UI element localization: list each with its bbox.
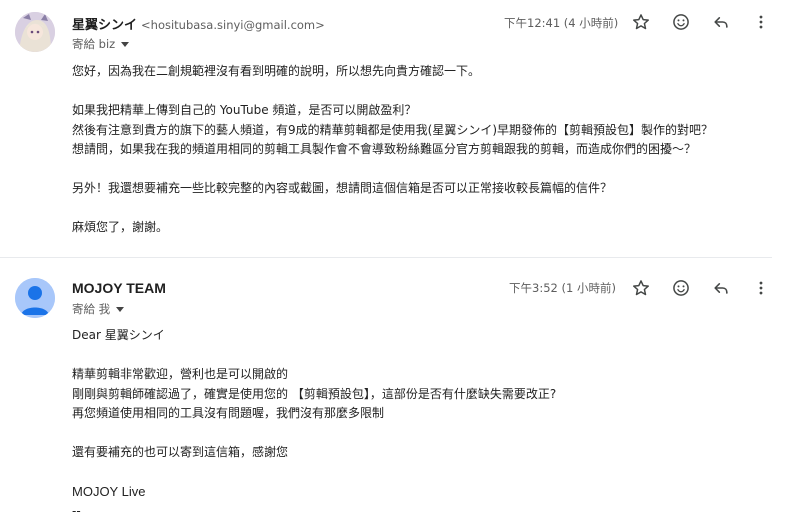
more-options-button[interactable] (748, 9, 774, 35)
chevron-down-icon[interactable] (121, 41, 130, 47)
add-reaction-button[interactable] (668, 275, 694, 301)
star-icon (633, 280, 649, 296)
message-body: Dear 星翼シンイ 精華剪輯非常歡迎，營利也是可以開啟的 剛剛與剪輯師確認過了… (72, 326, 556, 521)
star-button[interactable] (628, 9, 654, 35)
recipient-line[interactable]: 寄給 biz (72, 36, 130, 52)
add-reaction-button[interactable] (668, 9, 694, 35)
recipient-line[interactable]: 寄給 我 (72, 301, 125, 317)
star-icon (633, 14, 649, 30)
body-line: 另外！我還想要補充一些比較完整的內容或截圖，想請問這個信箱是否可以正常接收較長篇… (72, 181, 613, 195)
message-divider (0, 257, 772, 258)
body-line: 麻煩您了，謝謝。 (72, 220, 169, 234)
sender-email: <hositubasa.sinyi@gmail.com> (141, 18, 325, 32)
message-body: 您好，因為我在二創規範裡沒有看到明確的說明，所以想先向貴方確認一下。 如果我把精… (72, 62, 713, 238)
chevron-down-icon[interactable] (116, 306, 125, 312)
recipient-label: 寄給 biz (72, 37, 116, 51)
body-line: 還有要補充的也可以寄到這信箱，感謝您 (72, 445, 289, 459)
sender-avatar[interactable] (15, 12, 55, 52)
reply-button[interactable] (708, 9, 734, 35)
body-line: 想請問，如果我在我的頻道用相同的剪輯工具製作會不會導致粉絲難區分官方剪輯跟我的剪… (72, 142, 697, 156)
sender-name-text: 星翼シンイ (72, 18, 138, 33)
body-line: 再您頻道使用相同的工具沒有問題喔，我們沒有那麼多限制 (72, 406, 385, 420)
email-message-2: MOJOY TEAM 寄給 我 下午3:52 (1 小時前) Dear 星翼シン… (0, 268, 787, 528)
body-line: 剛剛與剪輯師確認過了，確實是使用您的 【剪輯預設包】，這部份是否有什麼缺失需要改… (72, 386, 557, 401)
signature: MOJOY Live (72, 484, 146, 499)
body-line: 然後有注意到貴方的旗下的藝人頻道，有9成的精華剪輯都是使用我(星翼シンイ)早期發… (72, 122, 714, 137)
body-line: 如果我把精華上傳到自己的 YouTube 頻道，是否可以開啟盈利？ (72, 103, 417, 117)
signature-separator: -- (72, 503, 81, 518)
message-timestamp: 下午3:52 (1 小時前) (509, 281, 616, 295)
default-avatar-icon (15, 278, 55, 318)
star-button[interactable] (628, 275, 654, 301)
body-line: 您好，因為我在二創規範裡沒有看到明確的說明，所以想先向貴方確認一下。 (72, 64, 481, 78)
sender-avatar[interactable] (15, 278, 55, 318)
more-options-button[interactable] (748, 275, 774, 301)
body-line: Dear 星翼シンイ (72, 328, 165, 342)
email-message-1: 星翼シンイ <hositubasa.sinyi@gmail.com> 寄給 biz… (0, 0, 787, 258)
message-timestamp: 下午12:41 (4 小時前) (504, 16, 619, 30)
reply-icon (714, 283, 728, 294)
anime-avatar-image (15, 12, 55, 52)
more-vert-icon (759, 15, 763, 29)
reply-button[interactable] (708, 275, 734, 301)
emoji-icon (673, 280, 689, 296)
sender-name[interactable]: MOJOY TEAM (72, 280, 166, 296)
sender-name[interactable]: 星翼シンイ <hositubasa.sinyi@gmail.com> (72, 14, 325, 33)
more-vert-icon (759, 281, 763, 295)
body-line: 精華剪輯非常歡迎，營利也是可以開啟的 (72, 367, 289, 381)
emoji-icon (673, 14, 689, 30)
recipient-label: 寄給 我 (72, 302, 111, 316)
reply-icon (714, 17, 728, 28)
